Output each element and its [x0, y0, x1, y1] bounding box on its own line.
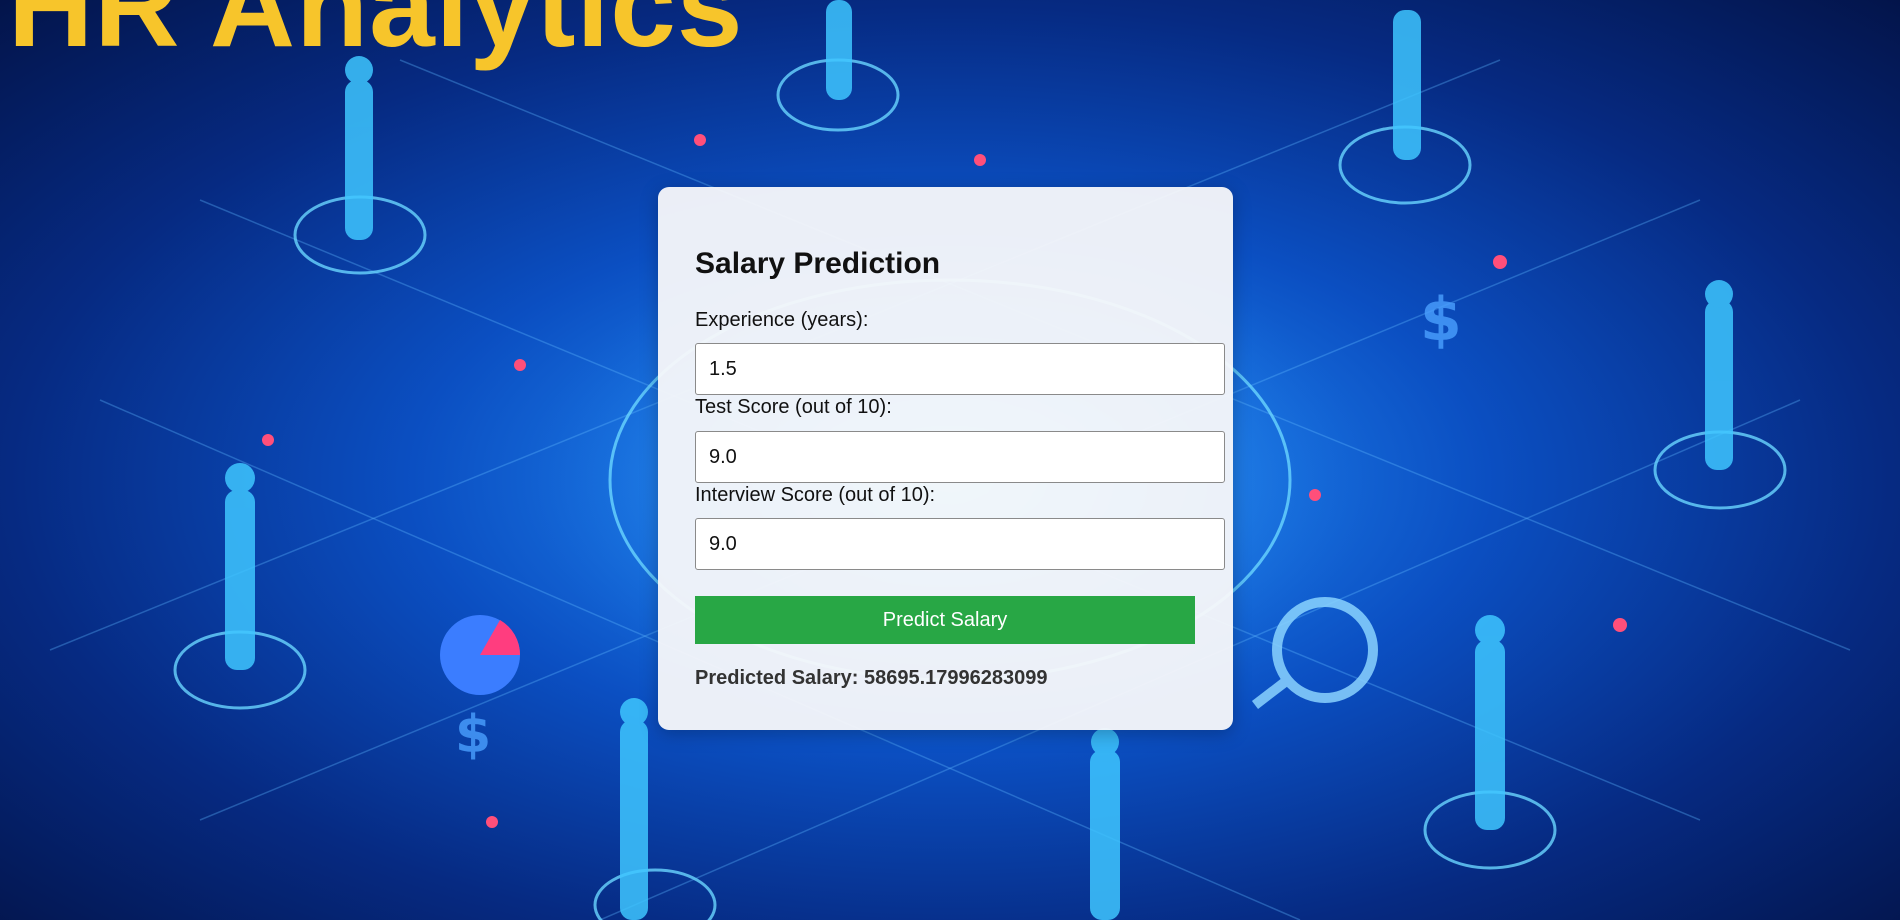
form-title: Salary Prediction	[695, 247, 941, 280]
predicted-salary-result: Predicted Salary: 58695.17996283099	[695, 667, 1048, 689]
hero-title: HR Analytics	[8, 0, 744, 72]
experience-input[interactable]	[695, 343, 1225, 395]
salary-prediction-card: Salary Prediction Experience (years): Te…	[658, 187, 1233, 730]
predict-salary-button[interactable]: Predict Salary	[695, 596, 1195, 644]
svg-text:$: $	[1420, 285, 1462, 355]
experience-label: Experience (years):	[695, 309, 869, 331]
svg-text:$: $	[455, 705, 491, 765]
interview-score-label: Interview Score (out of 10):	[695, 484, 936, 506]
test-score-input[interactable]	[695, 431, 1225, 483]
test-score-label: Test Score (out of 10):	[695, 396, 892, 418]
interview-score-input[interactable]	[695, 518, 1225, 570]
